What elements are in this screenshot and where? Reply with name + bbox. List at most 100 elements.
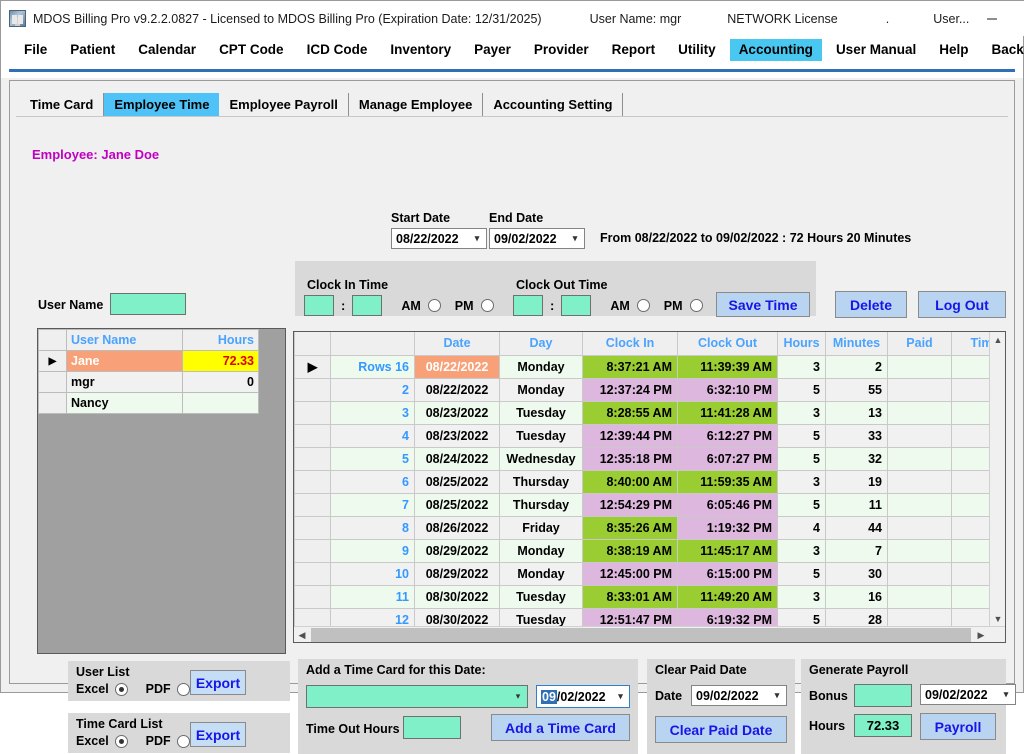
time-out-hours-input[interactable]	[403, 716, 461, 739]
cell-clock-in[interactable]: 12:51:47 PM	[583, 608, 678, 627]
cell-clock-in[interactable]: 12:35:18 PM	[583, 447, 678, 470]
cell-date[interactable]: 08/22/2022	[415, 378, 500, 401]
cell-day[interactable]: Monday	[500, 562, 583, 585]
cell-hours[interactable]: 3	[778, 401, 826, 424]
menu-item-utility[interactable]: Utility	[669, 39, 725, 61]
user-list-row[interactable]: mgr0	[39, 372, 259, 393]
cell-tim[interactable]	[952, 424, 990, 447]
bonus-input[interactable]	[854, 684, 912, 707]
grid-horizontal-scrollbar[interactable]: ◀ ▶	[294, 626, 1005, 642]
col-day[interactable]: Day	[500, 332, 583, 355]
user-list-col-hours[interactable]: Hours	[183, 330, 259, 351]
cell-tim[interactable]	[952, 608, 990, 627]
time-card-type-select[interactable]: ▾	[306, 685, 528, 708]
cell-day[interactable]: Tuesday	[500, 608, 583, 627]
cell-rownum[interactable]: 8	[331, 516, 415, 539]
time-entry-row[interactable]: 908/29/2022Monday8:38:19 AM11:45:17 AM37	[295, 539, 990, 562]
clock-out-pm-radio[interactable]	[690, 299, 703, 312]
cell-clock-in[interactable]: 8:37:21 AM	[583, 355, 678, 378]
cell-clock-out[interactable]: 11:39:39 AM	[678, 355, 778, 378]
cell-clock-out[interactable]: 11:49:20 AM	[678, 585, 778, 608]
log-out-button[interactable]: Log Out	[918, 291, 1006, 318]
cell-rownum[interactable]: 7	[331, 493, 415, 516]
clock-out-hour-input[interactable]	[513, 295, 543, 316]
minimize-button[interactable]	[969, 1, 1015, 36]
col-minutes[interactable]: Minutes	[826, 332, 888, 355]
time-card-export-button[interactable]: Export	[190, 722, 246, 747]
cell-rownum[interactable]: 11	[331, 585, 415, 608]
menu-item-file[interactable]: File	[15, 39, 56, 61]
save-time-button[interactable]: Save Time	[716, 292, 810, 317]
user-list-cell-username[interactable]: Nancy	[67, 393, 183, 414]
cell-date[interactable]: 08/22/2022	[415, 355, 500, 378]
user-list-export-button[interactable]: Export	[190, 670, 246, 695]
cell-rownum[interactable]: Rows 16	[331, 355, 415, 378]
cell-tim[interactable]	[952, 585, 990, 608]
cell-minutes[interactable]: 55	[826, 378, 888, 401]
tab-accounting-setting[interactable]: Accounting Setting	[483, 93, 623, 116]
scroll-right-icon[interactable]: ▶	[973, 627, 989, 643]
cell-minutes[interactable]: 33	[826, 424, 888, 447]
cell-paid[interactable]	[888, 401, 952, 424]
cell-minutes[interactable]: 16	[826, 585, 888, 608]
cell-tim[interactable]	[952, 378, 990, 401]
cell-date[interactable]: 08/25/2022	[415, 470, 500, 493]
cell-rownum[interactable]: 2	[331, 378, 415, 401]
cell-paid[interactable]	[888, 424, 952, 447]
scroll-up-icon[interactable]: ▲	[990, 332, 1006, 348]
cell-hours[interactable]: 5	[778, 493, 826, 516]
menu-item-report[interactable]: Report	[603, 39, 665, 61]
cell-day[interactable]: Monday	[500, 378, 583, 401]
user-menu-button[interactable]: User...	[933, 12, 969, 26]
clock-out-am-radio[interactable]	[637, 299, 650, 312]
cell-clock-in[interactable]: 8:33:01 AM	[583, 585, 678, 608]
time-card-pdf-radio[interactable]	[177, 735, 190, 748]
time-entry-row[interactable]: 1208/30/2022Tuesday12:51:47 PM6:19:32 PM…	[295, 608, 990, 627]
cell-hours[interactable]: 3	[778, 470, 826, 493]
cell-date[interactable]: 08/25/2022	[415, 493, 500, 516]
cell-minutes[interactable]: 44	[826, 516, 888, 539]
payroll-button[interactable]: Payroll	[920, 713, 996, 740]
cell-hours[interactable]: 5	[778, 447, 826, 470]
user-list-grid[interactable]: User Name Hours ▶Jane72.33mgr0Nancy	[37, 328, 286, 654]
cell-day[interactable]: Monday	[500, 355, 583, 378]
cell-paid[interactable]	[888, 539, 952, 562]
cell-date[interactable]: 08/29/2022	[415, 562, 500, 585]
cell-clock-out[interactable]: 1:19:32 PM	[678, 516, 778, 539]
time-entry-row[interactable]: 308/23/2022Tuesday8:28:55 AM11:41:28 AM3…	[295, 401, 990, 424]
menu-item-user-manual[interactable]: User Manual	[827, 39, 925, 61]
cell-hours[interactable]: 5	[778, 378, 826, 401]
cell-date[interactable]: 08/30/2022	[415, 585, 500, 608]
menu-item-inventory[interactable]: Inventory	[381, 39, 460, 61]
add-time-card-button[interactable]: Add a Time Card	[491, 714, 630, 741]
cell-date[interactable]: 08/24/2022	[415, 447, 500, 470]
time-card-excel-radio[interactable]	[115, 735, 128, 748]
cell-clock-in[interactable]: 12:39:44 PM	[583, 424, 678, 447]
cell-day[interactable]: Wednesday	[500, 447, 583, 470]
cell-day[interactable]: Thursday	[500, 470, 583, 493]
cell-paid[interactable]	[888, 470, 952, 493]
time-entry-row[interactable]: 508/24/2022Wednesday12:35:18 PM6:07:27 P…	[295, 447, 990, 470]
grid-vertical-scrollbar[interactable]: ▲ ▼	[989, 332, 1005, 627]
user-list-col-username[interactable]: User Name	[67, 330, 183, 351]
horizontal-scroll-thumb[interactable]	[311, 628, 971, 642]
delete-button[interactable]: Delete	[835, 291, 907, 318]
scroll-down-icon[interactable]: ▼	[990, 611, 1006, 627]
cell-day[interactable]: Tuesday	[500, 585, 583, 608]
menu-item-back[interactable]: Back	[982, 39, 1024, 61]
cell-minutes[interactable]: 2	[826, 355, 888, 378]
cell-paid[interactable]	[888, 447, 952, 470]
cell-clock-out[interactable]: 11:59:35 AM	[678, 470, 778, 493]
user-list-cell-hours[interactable]: 0	[183, 372, 259, 393]
cell-minutes[interactable]: 19	[826, 470, 888, 493]
cell-tim[interactable]	[952, 470, 990, 493]
cell-hours[interactable]: 5	[778, 562, 826, 585]
cell-minutes[interactable]: 28	[826, 608, 888, 627]
cell-date[interactable]: 08/23/2022	[415, 401, 500, 424]
menu-item-accounting[interactable]: Accounting	[730, 39, 822, 61]
cell-hours[interactable]: 5	[778, 608, 826, 627]
clock-in-hour-input[interactable]	[304, 295, 334, 316]
user-list-cell-username[interactable]: Jane	[67, 351, 183, 372]
maximize-button[interactable]	[1015, 1, 1024, 36]
cell-clock-in[interactable]: 8:28:55 AM	[583, 401, 678, 424]
